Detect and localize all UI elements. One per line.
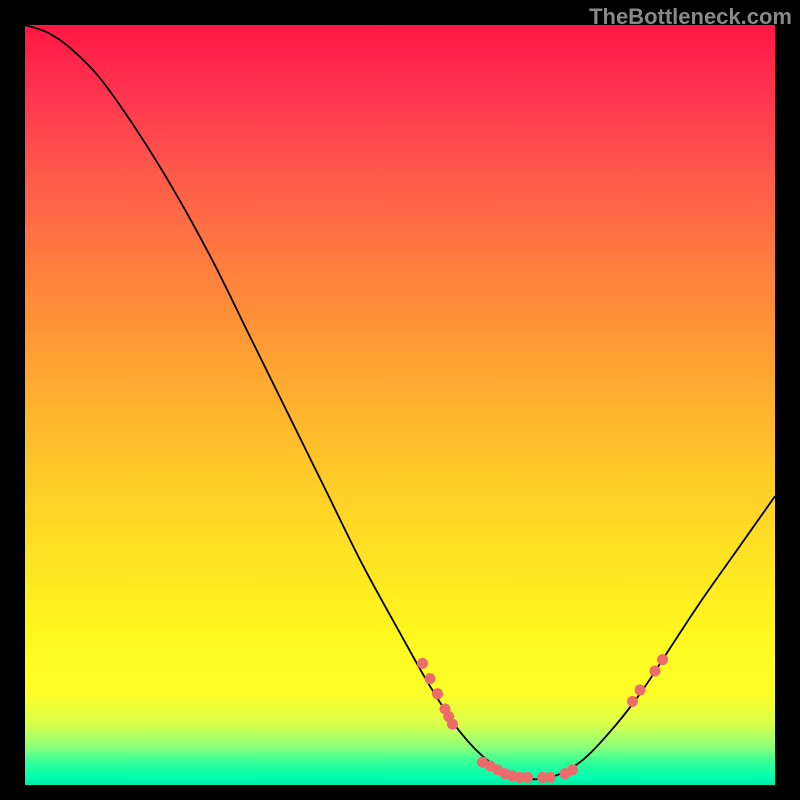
chart-plot-area [25,25,775,785]
data-marker [650,666,661,677]
watermark-text: TheBottleneck.com [589,4,792,30]
data-marker [545,772,556,783]
data-marker [425,673,436,684]
bottleneck-curve [25,25,775,779]
data-marker [447,719,458,730]
data-marker [417,658,428,669]
data-marker [432,688,443,699]
data-marker [522,772,533,783]
chart-curve-layer [25,25,775,785]
data-marker [635,685,646,696]
data-marker [657,654,668,665]
data-marker [627,696,638,707]
chart-markers [417,654,668,783]
data-marker [567,764,578,775]
